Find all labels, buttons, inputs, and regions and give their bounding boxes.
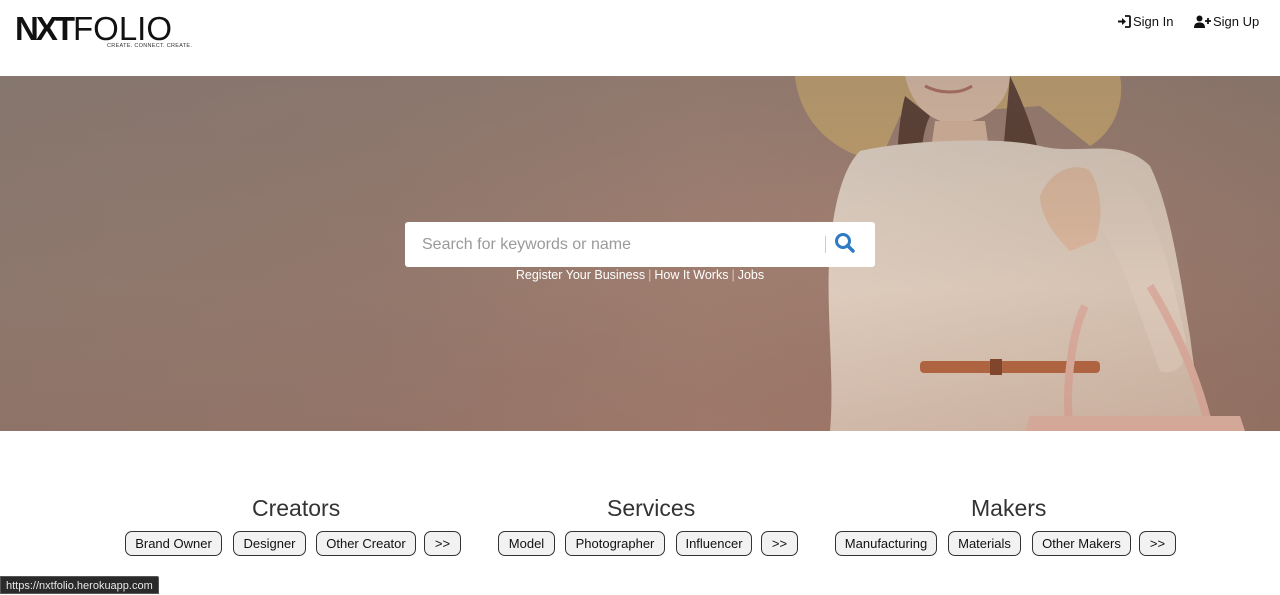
- link-separator: |: [648, 268, 652, 282]
- search-bar: [405, 222, 875, 267]
- search-icon[interactable]: [833, 232, 857, 256]
- sign-in-label: Sign In: [1133, 13, 1174, 29]
- category-title: Makers: [971, 495, 1047, 521]
- category-pill-photographer[interactable]: Photographer: [565, 531, 665, 556]
- hero-banner: Register Your Business|How It Works|Jobs: [0, 76, 1280, 431]
- sign-in-icon: [1118, 14, 1131, 28]
- logo-text-light: FOLIO: [73, 10, 173, 47]
- category-pill-manufacturing[interactable]: Manufacturing: [835, 531, 937, 556]
- category-more-button[interactable]: >>: [424, 531, 461, 556]
- sign-up-link[interactable]: Sign Up: [1194, 13, 1259, 29]
- category-pill-model[interactable]: Model: [498, 531, 555, 556]
- category-title: Creators: [252, 495, 341, 521]
- jobs-link[interactable]: Jobs: [738, 268, 764, 282]
- category-pill-designer[interactable]: Designer: [233, 531, 306, 556]
- search-divider: [825, 236, 826, 253]
- how-it-works-link[interactable]: How It Works: [654, 268, 728, 282]
- category-pill-other-creator[interactable]: Other Creator: [316, 531, 416, 556]
- search-input[interactable]: [405, 222, 825, 267]
- nxtfolio-logo[interactable]: NXTFOLIO CREATE. CONNECT. CREATE.: [15, 12, 195, 54]
- category-more-button[interactable]: >>: [1139, 531, 1176, 556]
- category-pill-materials[interactable]: Materials: [948, 531, 1021, 556]
- category-pill-brand-owner[interactable]: Brand Owner: [125, 531, 222, 556]
- site-header: NXTFOLIO CREATE. CONNECT. CREATE. Sign I…: [0, 0, 1280, 76]
- link-separator: |: [731, 268, 735, 282]
- sign-in-link[interactable]: Sign In: [1117, 13, 1173, 29]
- category-pill-other-makers[interactable]: Other Makers: [1032, 531, 1131, 556]
- browser-status-url: https://nxtfolio.herokuapp.com: [0, 576, 159, 594]
- logo-tagline: CREATE. CONNECT. CREATE.: [107, 43, 193, 49]
- category-title: Services: [607, 495, 696, 521]
- user-plus-icon: [1194, 15, 1211, 28]
- category-pill-influencer[interactable]: Influencer: [676, 531, 752, 556]
- hero-links: Register Your Business | How It Works | Jobs: [0, 268, 1280, 282]
- category-more-button[interactable]: >>: [761, 531, 798, 556]
- register-business-link[interactable]: Register Your Business: [516, 268, 645, 282]
- logo-text-bold: NXT: [15, 10, 75, 47]
- sign-up-label: Sign Up: [1213, 13, 1260, 29]
